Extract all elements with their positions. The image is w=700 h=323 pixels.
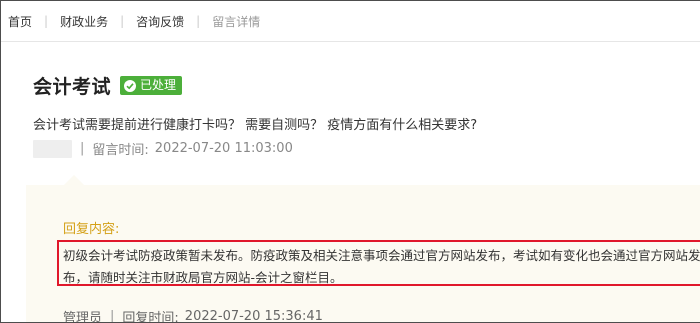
message-time-label: 留言时间: <box>92 143 149 158</box>
question-text: 会计考试需要提前进行健康打卡吗？ 需要自测吗？ 疫情方面有什么相关要求? <box>33 118 478 133</box>
status-badge: 已处理 <box>120 76 183 95</box>
page-frame: 首页 | 财政业务 | 咨询反馈 | 留言详情 会计考试 已处理 会计考试需要提… <box>0 0 700 323</box>
breadcrumb-separator: | <box>44 14 49 28</box>
message-meta: | 留言时间: 2022-07-20 11:03:00 <box>33 139 293 158</box>
meta-separator: | <box>80 141 85 156</box>
reply-heading: 回复内容: <box>63 222 120 237</box>
breadcrumb-consult-feedback[interactable]: 咨询反馈 <box>136 13 184 30</box>
breadcrumb-finance-business[interactable]: 财政业务 <box>60 13 108 30</box>
breadcrumb: 首页 | 财政业务 | 咨询反馈 | 留言详情 <box>1 1 700 42</box>
reply-text: 初级会计考试防疫政策暂未发布。防疫政策及相关注意事项会通过官方网站发布，考试如有… <box>63 248 700 285</box>
meta-separator: | <box>110 309 115 323</box>
author-placeholder <box>33 139 72 158</box>
breadcrumb-separator: | <box>120 14 125 28</box>
message-detail: 会计考试 已处理 会计考试需要提前进行健康打卡吗？ 需要自测吗？ 疫情方面有什么… <box>26 42 700 322</box>
breadcrumb-message-detail: 留言详情 <box>212 14 261 29</box>
reply-pointer <box>64 175 84 185</box>
message-time-value: 2022-07-20 11:03:00 <box>154 141 293 156</box>
reply-meta: 管理员 | 回复时间: 2022-07-20 15:36:41 <box>63 307 323 323</box>
breadcrumb-home[interactable]: 首页 <box>8 13 32 30</box>
reply-author: 管理员 <box>63 311 103 323</box>
page-title: 会计考试 <box>33 76 112 98</box>
reply-time-label: 回复时间: <box>122 311 179 323</box>
reply-time-value: 2022-07-20 15:36:41 <box>184 309 323 323</box>
breadcrumb-separator: | <box>196 14 201 28</box>
title-row: 会计考试 已处理 <box>33 72 183 99</box>
status-label: 已处理 <box>140 78 177 92</box>
check-icon <box>124 79 137 92</box>
